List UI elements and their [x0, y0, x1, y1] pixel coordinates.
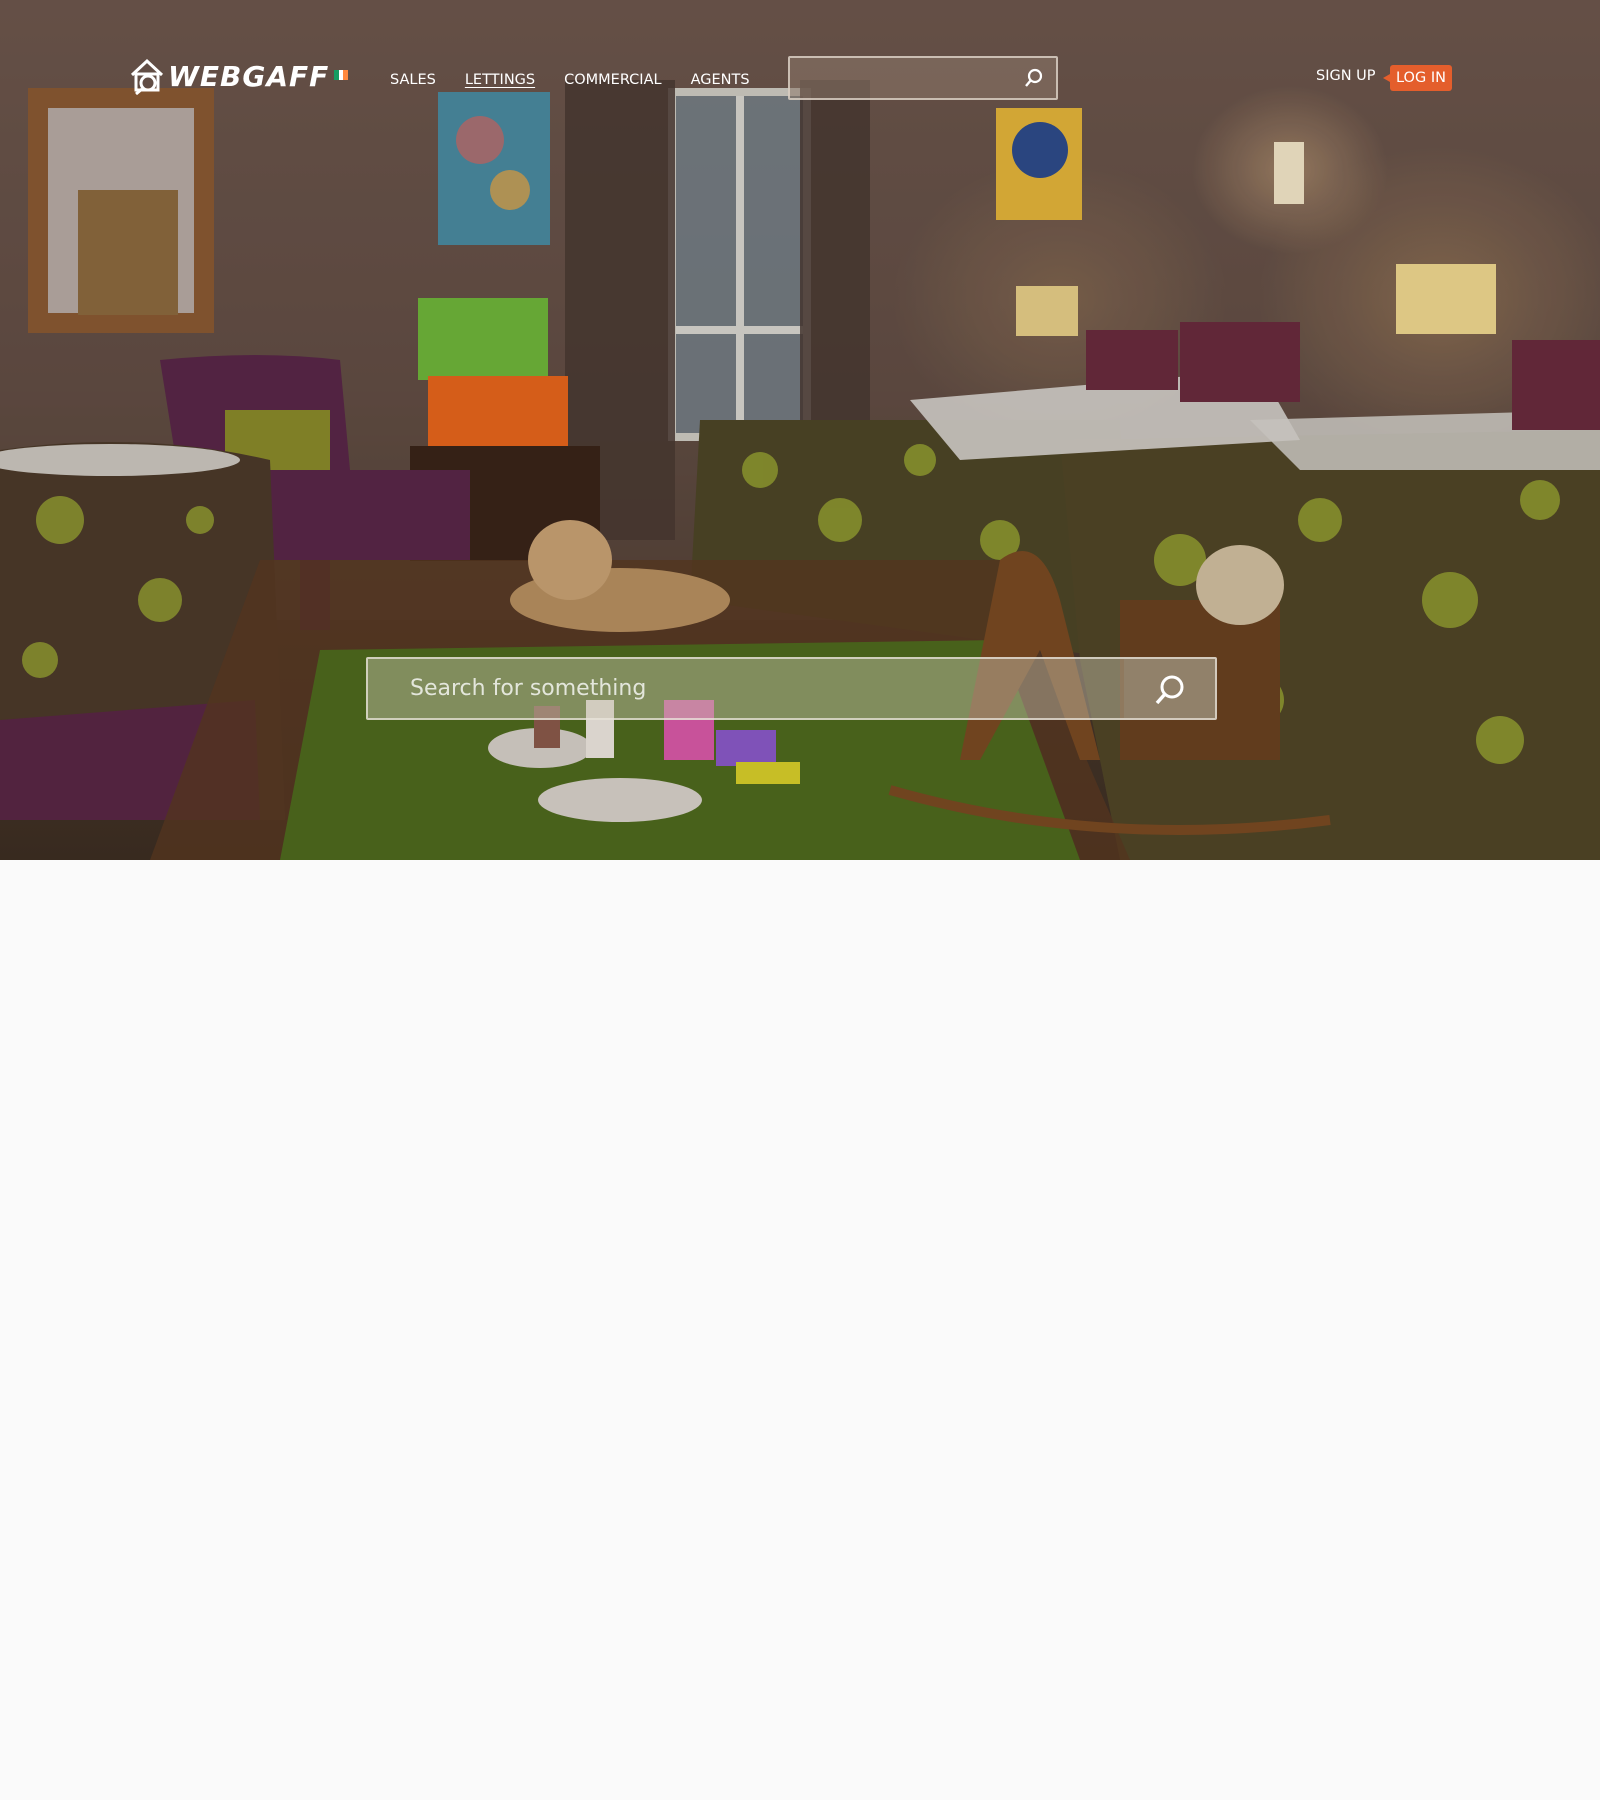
hero-search — [366, 657, 1217, 720]
hero-search-input[interactable] — [368, 659, 1123, 718]
ireland-flag-icon[interactable] — [334, 70, 349, 80]
login-button[interactable]: LOG IN — [1383, 65, 1452, 91]
page-content — [0, 860, 1600, 1800]
webgaff-logo[interactable]: WEBGAFF — [128, 56, 329, 96]
header-search — [788, 56, 1058, 100]
search-icon[interactable] — [1024, 68, 1044, 88]
hero-search-button[interactable] — [1124, 659, 1215, 718]
signup-link[interactable]: SIGN UP — [1316, 68, 1376, 84]
brand-name: WEBGAFF — [168, 59, 330, 93]
house-magnifier-icon — [128, 57, 166, 96]
header-search-input[interactable] — [790, 58, 1010, 98]
main-nav: SALES LETTINGS COMMERCIAL AGENTS — [390, 70, 779, 90]
nav-item-sales[interactable]: SALES — [390, 70, 436, 90]
nav-item-agents[interactable]: AGENTS — [691, 70, 750, 90]
flag-stripe-orange — [343, 70, 349, 80]
nav-item-lettings[interactable]: LETTINGS — [465, 70, 535, 90]
hero-banner: WEBGAFF SALES LETTINGS COMMERCIAL AGENTS… — [0, 0, 1600, 860]
hero-overlay — [0, 0, 1600, 860]
search-icon — [1155, 675, 1184, 705]
nav-item-commercial[interactable]: COMMERCIAL — [564, 70, 661, 90]
